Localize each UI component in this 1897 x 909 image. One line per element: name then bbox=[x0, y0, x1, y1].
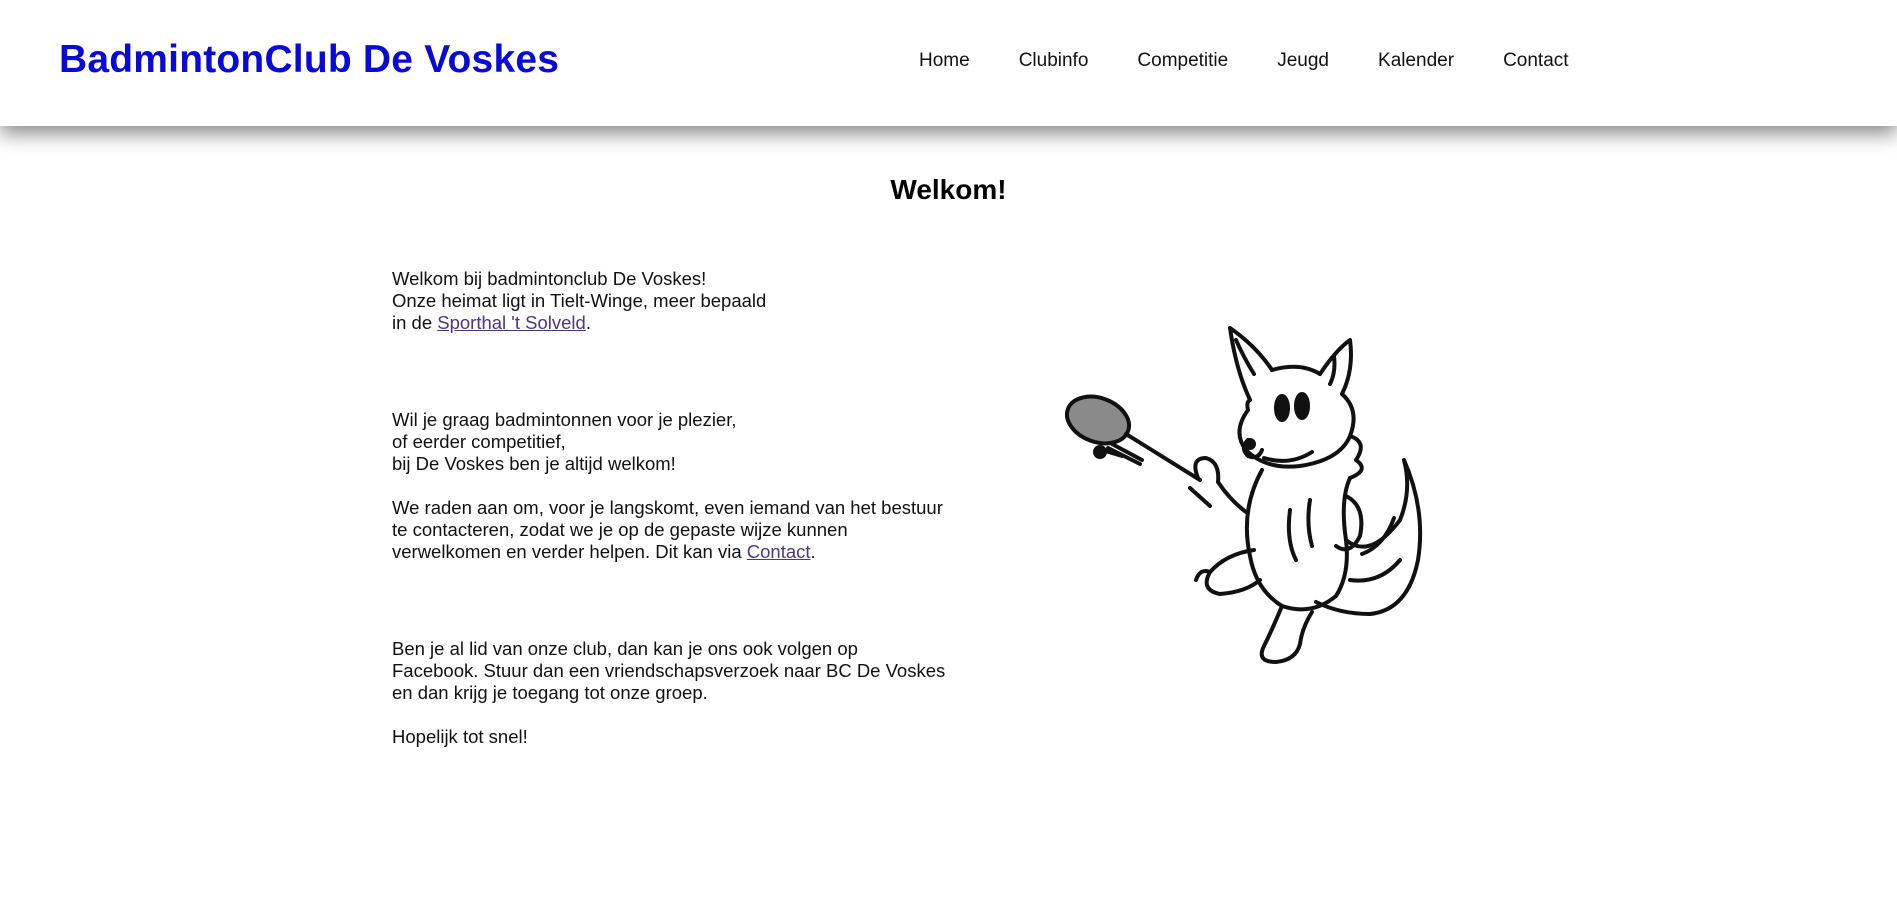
welcome-line: Wil je graag badmintonnen voor je plezie… bbox=[392, 409, 737, 430]
nav-contact[interactable]: Contact bbox=[1503, 50, 1568, 72]
welcome-line: of eerder competitief, bbox=[392, 431, 566, 452]
page-title: Welkom! bbox=[890, 174, 1007, 205]
intro-line: in de Sporthal 't Solveld. bbox=[392, 312, 992, 334]
facebook-line: en dan krijg je toegang tot onze groep. bbox=[392, 682, 708, 703]
facebook-line: Facebook. Stuur dan een vriendschapsverz… bbox=[392, 660, 946, 681]
fox-badminton-mascot-icon bbox=[1065, 326, 1423, 664]
sporthal-link[interactable]: Sporthal 't Solveld bbox=[437, 312, 586, 333]
welcome-line: bij De Voskes ben je altijd welkom! bbox=[392, 453, 676, 474]
advice-text: verwelkomen en verder helpen. Dit kan vi… bbox=[392, 541, 747, 562]
advice-text: . bbox=[810, 541, 816, 562]
advice-line: We raden aan om, voor je langskomt, even… bbox=[392, 497, 943, 518]
nav-jeugd[interactable]: Jeugd bbox=[1277, 50, 1329, 72]
site-title[interactable]: BadmintonClub De Voskes bbox=[59, 38, 559, 82]
facebook-line: Ben je al lid van onze club, dan kan je … bbox=[392, 638, 858, 659]
closing-line: Hopelijk tot snel! bbox=[392, 726, 528, 747]
nav-home[interactable]: Home bbox=[919, 50, 970, 72]
site-header: BadmintonClub De Voskes Home Clubinfo Co… bbox=[0, 0, 1897, 126]
contact-link[interactable]: Contact bbox=[747, 541, 811, 562]
nav-clubinfo[interactable]: Clubinfo bbox=[1019, 50, 1089, 72]
advice-line: verwelkomen en verder helpen. Dit kan vi… bbox=[392, 541, 992, 563]
intro-text: in de bbox=[392, 312, 438, 333]
nav-competitie[interactable]: Competitie bbox=[1137, 50, 1228, 72]
advice-line: te contacteren, zodat we je op de gepast… bbox=[392, 519, 848, 540]
main-nav: Home Clubinfo Competitie Jeugd Kalender … bbox=[919, 50, 1618, 72]
intro-text: . bbox=[585, 312, 591, 333]
intro-line: Welkom bij badmintonclub De Voskes! bbox=[392, 268, 707, 289]
welcome-content: Welkom bij badmintonclub De Voskes! Onze… bbox=[392, 268, 992, 748]
nav-kalender[interactable]: Kalender bbox=[1378, 50, 1454, 72]
intro-line: Onze heimat ligt in Tielt-Winge, meer be… bbox=[392, 290, 767, 311]
